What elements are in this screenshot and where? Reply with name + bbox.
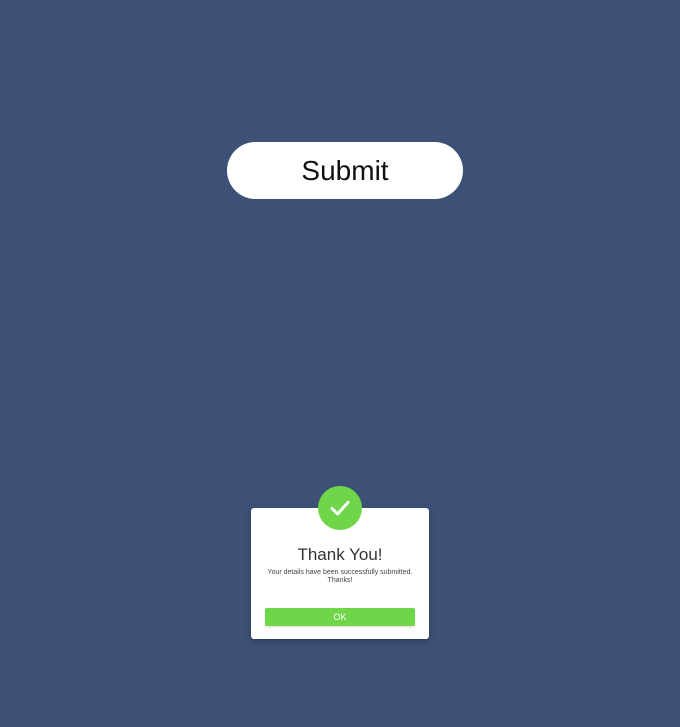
checkmark-icon [330, 501, 350, 516]
popup-title: Thank You! [297, 545, 383, 564]
submit-button[interactable]: Submit [227, 142, 463, 199]
popup-message: Your details have been successfully subm… [267, 569, 413, 584]
ok-button[interactable]: OK [265, 608, 415, 626]
success-badge [318, 486, 362, 530]
